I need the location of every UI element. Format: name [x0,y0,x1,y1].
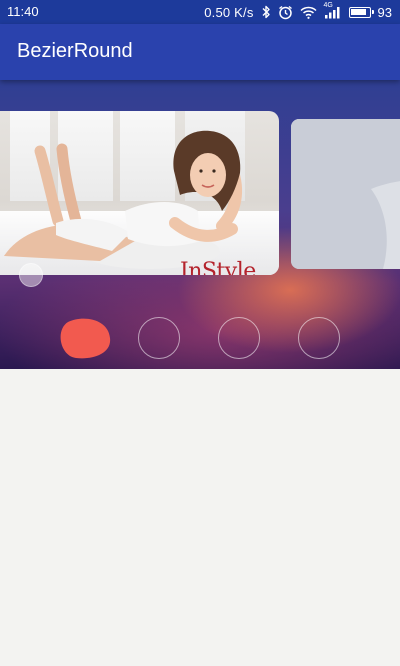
battery-level: 93 [377,4,392,20]
battery-indicator: 93 [348,4,392,20]
status-time: 11:40 [7,4,39,19]
model-illustration [4,130,243,269]
indicator-dot[interactable] [218,317,260,359]
indicator-dot[interactable] [298,317,340,359]
status-bar: 11:40 0.50 K/s 4G 93 [0,0,400,24]
carousel-slide-next[interactable] [291,119,400,269]
slide-photo-next [291,119,400,269]
slide-brand-text: InStyle [180,259,256,275]
page-indicator [0,316,400,360]
status-icons: 0.50 K/s 4G 93 [204,2,392,21]
indicator-dot[interactable] [138,317,180,359]
alarm-icon [278,5,293,20]
battery-fill [351,9,366,15]
bluetooth-icon [261,5,271,19]
app-bar: BezierRound [0,24,400,80]
wifi-icon [300,6,317,19]
drag-handle[interactable] [19,263,43,287]
indicator-dot-active[interactable] [58,316,112,360]
carousel-slide-current[interactable]: InStyle [0,111,279,275]
cellular-signal-icon: 4G [323,2,342,19]
banner-carousel[interactable]: InStyle [0,80,400,369]
slide-photo [0,111,279,275]
network-speed: 0.50 K/s [204,4,254,20]
app-screen: 11:40 0.50 K/s 4G 93 BezierRound InStyle [0,0,400,666]
battery-icon [348,6,374,18]
signal-type-label: 4G [323,2,333,9]
page-title: BezierRound [17,40,133,62]
